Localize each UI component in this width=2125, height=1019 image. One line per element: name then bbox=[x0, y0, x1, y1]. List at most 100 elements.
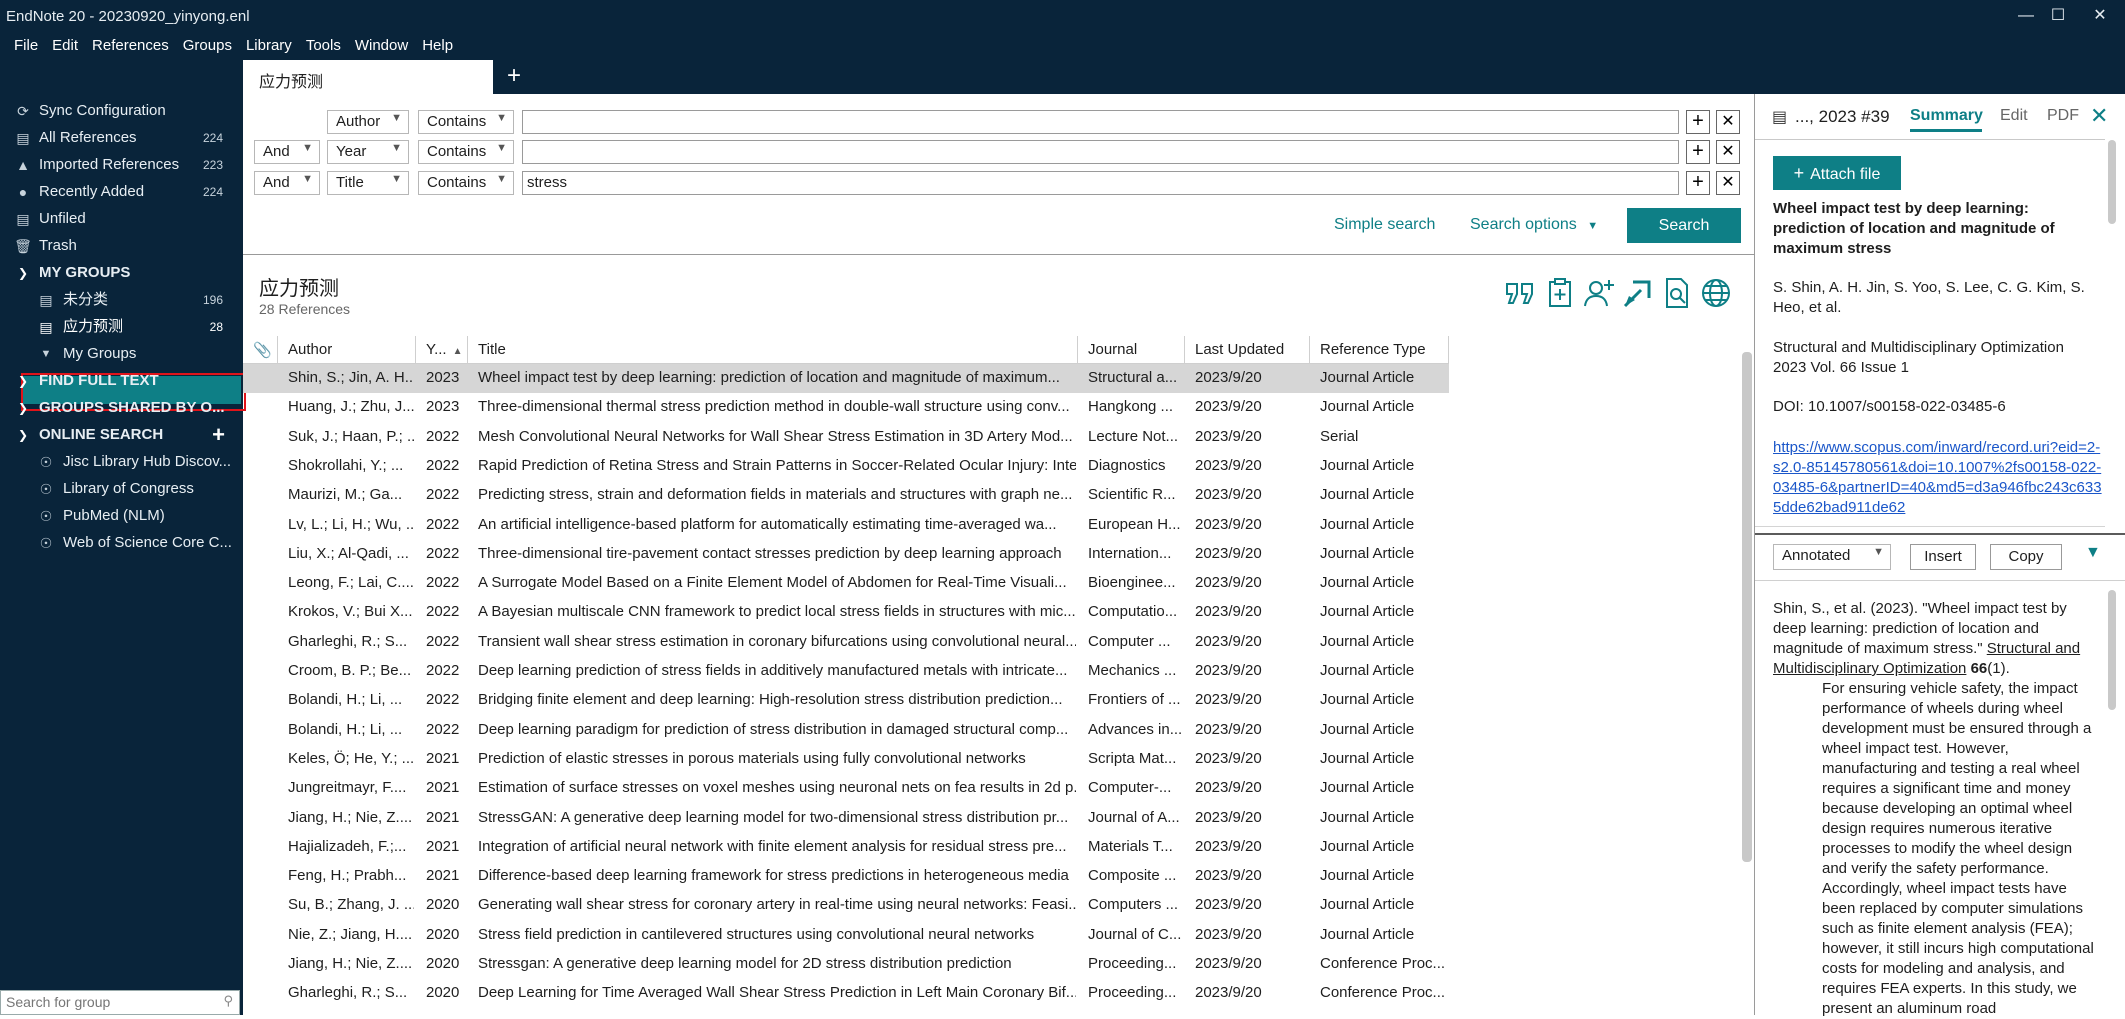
column-journal[interactable]: Journal bbox=[1078, 336, 1185, 364]
pane-splitter[interactable] bbox=[1755, 533, 2125, 535]
table-row[interactable]: Krokos, V.; Bui X... 2022 A Bayesian multi… bbox=[243, 598, 1449, 627]
table-row[interactable]: Gharleghi, R.; S... 2022 Transient wall sh… bbox=[243, 628, 1449, 657]
column-year[interactable]: Y... ▲ bbox=[416, 336, 468, 364]
table-row[interactable]: Huang, J.; Zhu, J... 2023 Three-dimensiona… bbox=[243, 393, 1449, 422]
find-document-icon[interactable] bbox=[1660, 276, 1694, 310]
menu-tools[interactable]: Tools bbox=[306, 33, 341, 54]
menu-window[interactable]: Window bbox=[355, 33, 408, 54]
table-row[interactable]: Jungreitmayr, F.... 2021 Estimation of sur… bbox=[243, 774, 1449, 803]
menu-edit[interactable]: Edit bbox=[52, 33, 78, 54]
table-row[interactable]: Jiang, H.; Nie, Z.... 2020 Stressgan: A ge… bbox=[243, 950, 1449, 979]
detail-scrollbar[interactable] bbox=[2108, 140, 2116, 224]
maximize-button[interactable]: ☐ bbox=[2043, 4, 2073, 28]
search-options-dropdown[interactable]: Search options ▼ bbox=[1470, 216, 1598, 234]
sidebar-item-imported[interactable]: ▲ Imported References 223 bbox=[0, 152, 243, 178]
sidebar-group-stress-prediction[interactable]: ▤ 应力预测 28 bbox=[0, 314, 243, 340]
search-field-select-3[interactable]: Title ▼ bbox=[327, 171, 409, 195]
citation-scrollbar[interactable] bbox=[2108, 590, 2116, 710]
add-search-row-button[interactable]: + bbox=[1686, 171, 1710, 195]
citation-style-select[interactable]: Annotated ▼ bbox=[1773, 544, 1891, 570]
quote-icon[interactable] bbox=[1504, 276, 1538, 310]
table-row[interactable]: Bolandi, H.; Li, ... 2022 Deep learning pa… bbox=[243, 716, 1449, 745]
menu-library[interactable]: Library bbox=[246, 33, 292, 54]
tab-edit[interactable]: Edit bbox=[2000, 107, 2028, 125]
search-value-input-2[interactable] bbox=[522, 140, 1679, 164]
sidebar-section-groups-shared[interactable]: ❯ GROUPS SHARED BY O... bbox=[0, 395, 243, 421]
sidebar-online-jisc[interactable]: ☉ Jisc Library Hub Discov... bbox=[0, 449, 243, 475]
list-scrollbar[interactable] bbox=[1742, 352, 1752, 862]
close-icon[interactable]: ✕ bbox=[2090, 103, 2108, 129]
search-op-select-2[interactable]: Contains ▼ bbox=[418, 140, 514, 164]
minimize-button[interactable]: — bbox=[2011, 4, 2041, 28]
search-value-input-3[interactable]: stress bbox=[522, 171, 1679, 195]
sidebar-online-pubmed[interactable]: ☉ PubMed (NLM) bbox=[0, 503, 243, 529]
sidebar-online-wos[interactable]: ☉ Web of Science Core C... bbox=[0, 530, 243, 556]
insert-button[interactable]: Insert bbox=[1910, 544, 1976, 570]
column-author[interactable]: Author bbox=[278, 336, 416, 364]
table-row[interactable]: Nie, Z.; Jiang, H.... 2020 Stress field pr… bbox=[243, 921, 1449, 950]
table-row[interactable]: Croom, B. P.; Be... 2022 Deep learning pre… bbox=[243, 657, 1449, 686]
column-reference-type[interactable]: Reference Type bbox=[1310, 336, 1449, 364]
table-row[interactable]: Jiang, H.; Nie, Z.... 2021 StressGAN: A ge… bbox=[243, 804, 1449, 833]
add-online-search-icon[interactable]: + bbox=[212, 422, 225, 448]
sidebar-group-unclassified[interactable]: ▤ 未分类 196 bbox=[0, 287, 243, 313]
add-user-icon[interactable] bbox=[1582, 276, 1616, 310]
sidebar-section-my-groups[interactable]: ❯ MY GROUPS bbox=[0, 260, 243, 286]
table-row[interactable]: Gharleghi, R.; S... 2020 Deep Learning for… bbox=[243, 979, 1449, 1008]
close-window-button[interactable]: ✕ bbox=[2085, 4, 2115, 28]
sidebar-section-find-full-text[interactable]: ❯ FIND FULL TEXT bbox=[0, 368, 243, 394]
copy-button[interactable]: Copy bbox=[1990, 544, 2062, 570]
remove-search-row-button[interactable]: ✕ bbox=[1716, 110, 1740, 134]
table-row[interactable]: Leong, F.; Lai, C.... 2022 A Surrogate Mod… bbox=[243, 569, 1449, 598]
clipboard-add-icon[interactable] bbox=[1543, 276, 1577, 310]
add-search-row-button[interactable]: + bbox=[1686, 110, 1710, 134]
chevron-down-icon[interactable]: ▼ bbox=[2085, 544, 2101, 562]
reference-url-link[interactable]: https://www.scopus.com/inward/record.uri… bbox=[1773, 438, 2103, 518]
sidebar-item-trash[interactable]: 🗑 Trash bbox=[0, 233, 243, 259]
table-row[interactable]: Shokrollahi, Y.; ... 2022 Rapid Prediction… bbox=[243, 452, 1449, 481]
table-row[interactable]: Bolandi, H.; Li, ... 2022 Bridging finite … bbox=[243, 686, 1449, 715]
sidebar-online-loc[interactable]: ☉ Library of Congress bbox=[0, 476, 243, 502]
table-row[interactable]: Su, B.; Zhang, J. ... 2020 Generating wall… bbox=[243, 891, 1449, 920]
table-row[interactable]: Keles, Ö; He, Y.; ... 2021 Prediction of e… bbox=[243, 745, 1449, 774]
menu-file[interactable]: File bbox=[14, 33, 38, 54]
sidebar-item-sync[interactable]: ⟳ Sync Configuration bbox=[0, 98, 243, 124]
group-search-input[interactable] bbox=[4, 991, 204, 1013]
table-row[interactable]: Lv, L.; Li, H.; Wu, ... 2022 An artificial… bbox=[243, 511, 1449, 540]
tab-summary[interactable]: Summary bbox=[1910, 107, 1983, 125]
globe-icon[interactable] bbox=[1699, 276, 1733, 310]
search-value-input-1[interactable] bbox=[522, 110, 1679, 134]
table-row[interactable]: Suk, J.; Haan, P.; ... 2022 Mesh Convoluti… bbox=[243, 423, 1449, 452]
search-op-select-3[interactable]: Contains ▼ bbox=[418, 171, 514, 195]
table-row[interactable]: Feng, H.; Prabh... 2021 Difference-based d… bbox=[243, 862, 1449, 891]
column-attachment[interactable]: 📎 bbox=[243, 336, 278, 364]
search-bool-select-2[interactable]: And ▼ bbox=[254, 140, 320, 164]
sidebar-item-recently-added[interactable]: ● Recently Added 224 bbox=[0, 179, 243, 205]
search-bool-select-3[interactable]: And ▼ bbox=[254, 171, 320, 195]
remove-search-row-button[interactable]: ✕ bbox=[1716, 140, 1740, 164]
menu-references[interactable]: References bbox=[92, 33, 169, 54]
tab-pdf[interactable]: PDF bbox=[2047, 107, 2079, 125]
menu-help[interactable]: Help bbox=[422, 33, 453, 54]
search-field-select-2[interactable]: Year ▼ bbox=[327, 140, 409, 164]
attach-file-button[interactable]: + Attach file bbox=[1773, 156, 1901, 190]
search-icon[interactable]: ⚲ bbox=[223, 993, 233, 1009]
sidebar-item-all-references[interactable]: ▤ All References 224 bbox=[0, 125, 243, 151]
remove-search-row-button[interactable]: ✕ bbox=[1716, 171, 1740, 195]
tab-library-group[interactable]: 应力预测 bbox=[243, 60, 493, 94]
table-row[interactable]: Liu, X.; Al-Qadi, ... 2022 Three-dimension… bbox=[243, 540, 1449, 569]
column-title[interactable]: Title bbox=[468, 336, 1078, 364]
table-row[interactable]: Shin, S.; Jin, A. H... 2023 Wheel impact t… bbox=[243, 364, 1449, 393]
column-last-updated[interactable]: Last Updated bbox=[1185, 336, 1310, 364]
search-field-select-1[interactable]: Author ▼ bbox=[327, 110, 409, 134]
add-search-row-button[interactable]: + bbox=[1686, 140, 1710, 164]
sidebar-group-set-my-groups[interactable]: ▼ My Groups bbox=[0, 341, 243, 367]
search-button[interactable]: Search bbox=[1627, 208, 1741, 243]
menu-groups[interactable]: Groups bbox=[183, 33, 232, 54]
search-op-select-1[interactable]: Contains ▼ bbox=[418, 110, 514, 134]
table-row[interactable]: Maurizi, M.; Ga... 2022 Predicting stress,… bbox=[243, 481, 1449, 510]
table-row[interactable]: Hajializadeh, F.;... 2021 Integration of a… bbox=[243, 833, 1449, 862]
share-arrow-icon[interactable] bbox=[1621, 276, 1655, 310]
sidebar-item-unfiled[interactable]: ▤ Unfiled bbox=[0, 206, 243, 232]
sidebar-section-online-search[interactable]: ❯ ONLINE SEARCH + bbox=[0, 422, 243, 448]
